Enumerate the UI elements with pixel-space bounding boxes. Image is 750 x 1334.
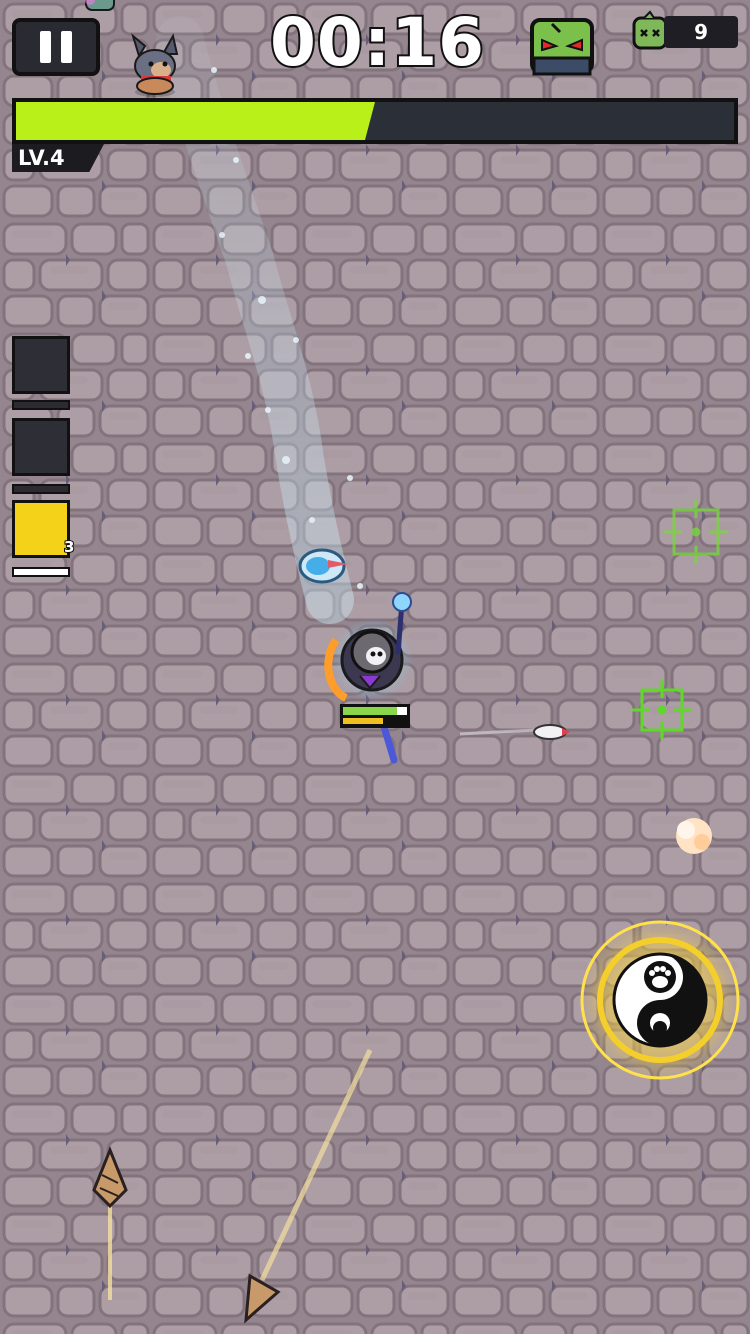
boss-zombie-icon xyxy=(530,18,594,76)
skill-stack-count: 3 xyxy=(63,537,76,557)
survival-timer: 00:16 xyxy=(268,2,486,83)
skill-cooldown-bar xyxy=(12,400,70,410)
pause-bar-left xyxy=(40,31,51,63)
skill-cooldown-bar xyxy=(12,484,70,494)
experience-bar-fill xyxy=(16,102,375,140)
yin-yang-orb xyxy=(578,918,742,1082)
skull-icon xyxy=(632,10,668,50)
pause-button[interactable] xyxy=(12,18,100,76)
pause-bar-right xyxy=(61,31,72,63)
player-health-bar xyxy=(340,704,410,728)
level-label: LV.4 xyxy=(12,144,104,172)
skill-cooldown-bar-full xyxy=(12,567,70,577)
small-creature xyxy=(85,0,115,11)
target-reticle xyxy=(632,680,692,740)
explosion-puff xyxy=(676,818,712,854)
skill-slot-cannon[interactable] xyxy=(12,500,70,558)
skill-slot-burst[interactable] xyxy=(12,336,70,394)
skill-slot-shield[interactable] xyxy=(12,418,70,476)
target-reticle xyxy=(664,500,728,564)
game-stage[interactable] xyxy=(0,0,750,1334)
experience-bar xyxy=(12,98,738,144)
kill-counter: 9 xyxy=(664,16,738,48)
